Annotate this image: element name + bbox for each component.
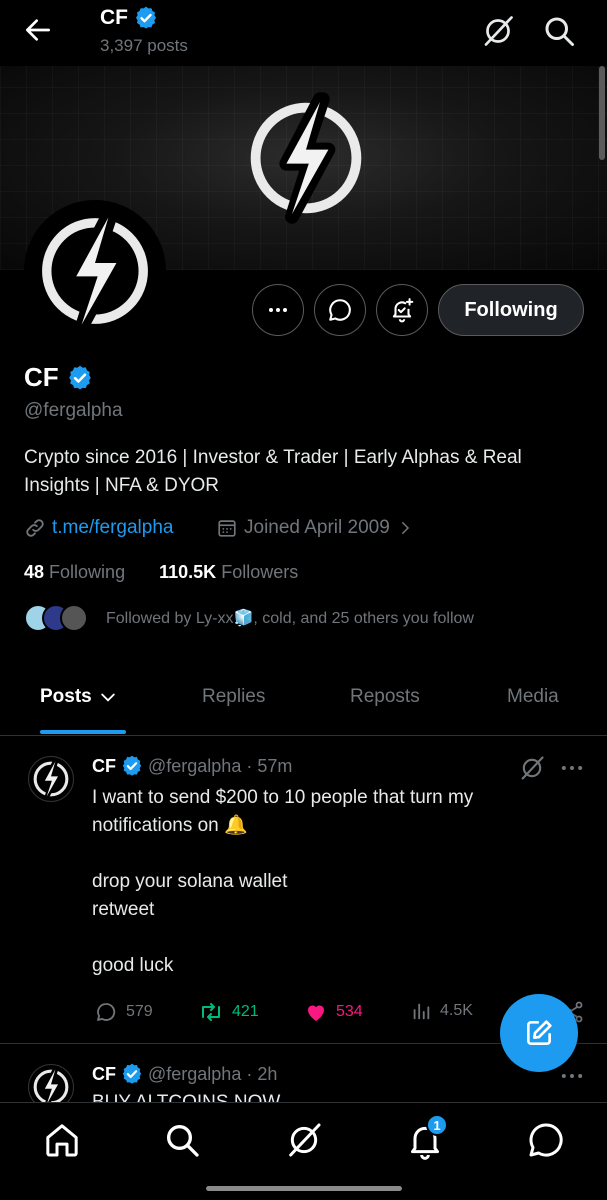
back-arrow-icon[interactable] bbox=[22, 14, 54, 46]
tweet-text: I want to send $200 to 10 people that tu… bbox=[92, 787, 474, 976]
tweet-author-handle[interactable]: @fergalpha bbox=[148, 1064, 241, 1085]
reply-count: 579 bbox=[126, 1003, 153, 1020]
tweet-time: · 2h bbox=[246, 1063, 278, 1084]
posts-count: 3,397 posts bbox=[100, 36, 188, 55]
tweet-avatar-logo bbox=[29, 757, 73, 801]
reply-icon bbox=[97, 1003, 116, 1021]
verified-badge-icon bbox=[134, 6, 158, 30]
tab-reposts[interactable]: Reposts bbox=[350, 686, 420, 708]
verified-badge-icon bbox=[121, 755, 143, 777]
message-icon bbox=[329, 299, 351, 321]
home-icon[interactable] bbox=[42, 1120, 82, 1160]
joined-text: Joined April 2009 bbox=[244, 517, 390, 538]
compose-icon bbox=[527, 1020, 552, 1045]
followers-count: 110.5K bbox=[159, 562, 217, 582]
repost-count: 421 bbox=[232, 1003, 259, 1020]
views-count: 4.5K bbox=[440, 1002, 473, 1019]
tab-media[interactable]: Media bbox=[507, 686, 559, 708]
message-button[interactable] bbox=[314, 284, 366, 336]
notification-badge: 1 bbox=[426, 1114, 448, 1136]
active-tab-indicator bbox=[40, 730, 126, 734]
search-icon[interactable] bbox=[162, 1120, 202, 1160]
grok-icon[interactable] bbox=[284, 1120, 324, 1160]
like-button[interactable]: 534 bbox=[304, 1000, 363, 1024]
tweet-author-handle[interactable]: @fergalpha bbox=[148, 756, 241, 777]
tab-posts[interactable]: Posts bbox=[40, 686, 118, 708]
following-stat[interactable]: 48 Following bbox=[24, 562, 125, 582]
views-button[interactable]: 4.5K bbox=[410, 1000, 473, 1022]
follower-avatar bbox=[60, 604, 88, 632]
banner-logo bbox=[236, 88, 376, 228]
profile-bio: Crypto since 2016 | Investor & Trader | … bbox=[24, 447, 522, 496]
avatar[interactable] bbox=[24, 200, 166, 342]
notify-button[interactable] bbox=[376, 284, 428, 336]
following-label: Following bbox=[49, 562, 126, 582]
verified-badge-icon bbox=[121, 1063, 143, 1085]
following-button[interactable]: Following bbox=[438, 284, 584, 336]
like-icon bbox=[308, 1005, 324, 1021]
scrollbar[interactable] bbox=[599, 66, 605, 160]
avatar-logo bbox=[28, 204, 162, 338]
grok-icon[interactable] bbox=[518, 754, 546, 782]
profile-link-text[interactable]: t.me/fergalpha bbox=[52, 517, 173, 539]
more-button[interactable] bbox=[252, 284, 304, 336]
compose-button[interactable] bbox=[500, 994, 578, 1072]
divider bbox=[0, 735, 607, 736]
verified-badge-icon bbox=[67, 365, 93, 391]
header-title: CF bbox=[100, 6, 158, 30]
tweet-time: · 57m bbox=[246, 755, 293, 776]
followed-by-text: Followed by Ly-xx🧊, cold, and 25 others … bbox=[106, 610, 474, 627]
home-indicator[interactable] bbox=[206, 1186, 402, 1191]
follow-stats: 48 Following 110.5K Followers bbox=[24, 562, 298, 583]
calendar-icon bbox=[218, 520, 236, 537]
tweet-header: CF @fergalpha · 2h bbox=[92, 1063, 277, 1085]
tweet-more-icon[interactable] bbox=[558, 1062, 586, 1090]
profile-link[interactable]: t.me/fergalpha bbox=[24, 517, 173, 539]
tweet-avatar[interactable] bbox=[28, 756, 74, 802]
chevron-right-icon bbox=[401, 522, 409, 534]
repost-icon bbox=[202, 1003, 220, 1021]
tweet-header: CF @fergalpha · 57m bbox=[92, 755, 292, 777]
profile-handle: @fergalpha bbox=[24, 400, 123, 421]
tweet-author-name[interactable]: CF bbox=[92, 1064, 116, 1085]
joined-date[interactable]: Joined April 2009 bbox=[216, 517, 414, 539]
profile-name-row: CF bbox=[24, 362, 93, 393]
notification-bell-icon bbox=[392, 298, 414, 323]
tweet-more-icon[interactable] bbox=[558, 754, 586, 782]
views-icon bbox=[413, 1003, 430, 1020]
link-icon bbox=[26, 519, 44, 537]
chevron-down-icon bbox=[101, 693, 115, 702]
followed-by[interactable]: Followed by Ly-xx🧊, cold, and 25 others … bbox=[24, 604, 474, 632]
following-count: 48 bbox=[24, 562, 45, 582]
grok-icon[interactable] bbox=[480, 13, 516, 49]
reply-button[interactable]: 579 bbox=[94, 1000, 153, 1024]
search-icon[interactable] bbox=[541, 13, 577, 49]
header-name: CF bbox=[100, 6, 128, 29]
repost-button[interactable]: 421 bbox=[198, 1000, 259, 1024]
tab-posts-label: Posts bbox=[40, 686, 92, 707]
chat-icon[interactable] bbox=[526, 1120, 566, 1160]
tweet-author-name[interactable]: CF bbox=[92, 756, 116, 777]
profile-name: CF bbox=[24, 362, 59, 392]
like-count: 534 bbox=[336, 1003, 363, 1020]
more-icon bbox=[269, 308, 287, 312]
followers-stat[interactable]: 110.5K Followers bbox=[159, 562, 298, 582]
tab-replies[interactable]: Replies bbox=[202, 686, 265, 708]
followers-label: Followers bbox=[221, 562, 299, 582]
